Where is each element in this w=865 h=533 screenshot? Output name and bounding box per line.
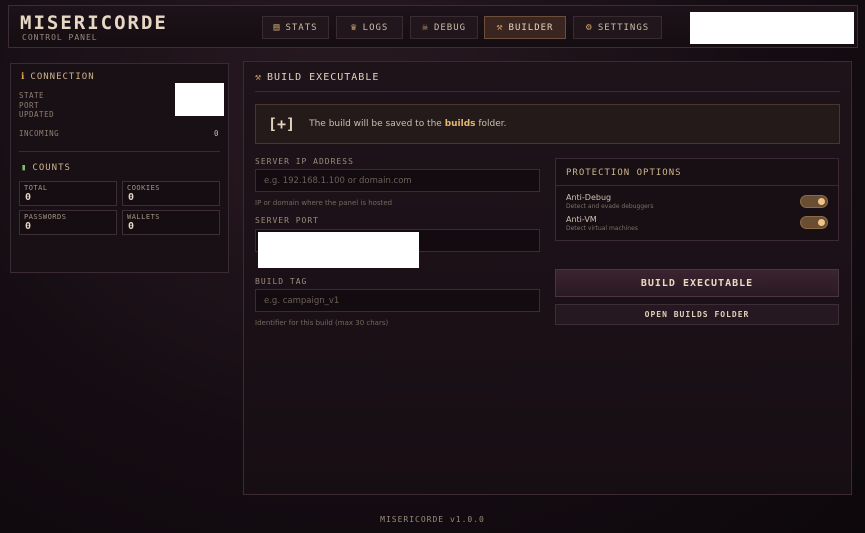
count-wallets-label: WALLETS	[127, 213, 161, 221]
protection-divider	[556, 185, 838, 186]
anti-debug-toggle[interactable]	[800, 195, 828, 208]
count-total: TOTAL 0	[19, 181, 117, 206]
builder-panel: ⚒ BUILD EXECUTABLE [+] The build will be…	[243, 61, 852, 495]
tab-stats[interactable]: ▤ STATS	[262, 16, 329, 39]
sidebar-panel: ℹ CONNECTION STATE PORT UPDATED INCOMING…	[10, 63, 229, 273]
count-cookies-value: 0	[128, 192, 135, 203]
plus-bracket-icon: [+]	[268, 115, 296, 133]
tab-settings[interactable]: ⚙ SETTINGS	[573, 16, 662, 39]
notice-folder: builds	[444, 119, 476, 129]
notice-text: The build will be saved to the builds fo…	[309, 119, 506, 129]
count-passwords: PASSWORDS 0	[19, 210, 117, 235]
tab-builder-label: BUILDER	[508, 22, 554, 33]
anti-vm-toggle[interactable]	[800, 216, 828, 229]
tab-stats-label: STATS	[285, 22, 318, 33]
redacted-server-port	[258, 232, 419, 268]
redacted-status-area	[690, 12, 854, 44]
count-wallets: WALLETS 0	[122, 210, 220, 235]
server-ip-label: SERVER IP ADDRESS	[255, 157, 354, 166]
build-tag-input[interactable]	[255, 289, 540, 312]
count-cookies: COOKIES 0	[122, 181, 220, 206]
server-ip-hint: IP or domain where the panel is hosted	[255, 199, 393, 207]
counts-header: ▮ COUNTS	[21, 163, 71, 173]
sidebar-divider	[19, 151, 220, 152]
anti-debug-desc: Detect and evade debuggers	[566, 203, 654, 210]
build-tag-hint: Identifier for this build (max 30 chars)	[255, 319, 389, 327]
builder-title: BUILD EXECUTABLE	[267, 72, 380, 83]
app-subtitle: CONTROL PANEL	[22, 33, 98, 42]
tab-builder[interactable]: ⚒ BUILDER	[484, 16, 566, 39]
anti-vm-name: Anti-VM	[566, 215, 597, 224]
tab-logs[interactable]: ♛ LOGS	[336, 16, 403, 39]
count-wallets-value: 0	[128, 221, 135, 232]
count-total-value: 0	[25, 192, 32, 203]
notice-suffix: folder.	[475, 119, 507, 129]
counts-title: COUNTS	[32, 163, 71, 173]
build-notice: [+] The build will be saved to the build…	[255, 104, 840, 144]
count-cookies-label: COOKIES	[127, 184, 161, 192]
info-icon: ℹ	[21, 72, 26, 82]
anti-debug-name: Anti-Debug	[566, 193, 612, 202]
build-executable-button[interactable]: BUILD EXECUTABLE	[555, 269, 839, 297]
open-builds-folder-button[interactable]: OPEN BUILDS FOLDER	[555, 304, 839, 325]
count-passwords-label: PASSWORDS	[24, 213, 67, 221]
server-ip-input[interactable]	[255, 169, 540, 192]
tab-logs-label: LOGS	[362, 22, 389, 33]
tab-debug[interactable]: ☠ DEBUG	[410, 16, 478, 39]
connection-header: ℹ CONNECTION	[21, 72, 95, 82]
count-passwords-value: 0	[25, 221, 32, 232]
incoming-value: 0	[214, 129, 220, 138]
server-port-label: SERVER PORT	[255, 216, 319, 225]
anti-vm-desc: Detect virtual machines	[566, 225, 638, 232]
bar-chart-icon: ▮	[21, 163, 28, 173]
tab-settings-label: SETTINGS	[597, 22, 650, 33]
skull-icon: ☠	[421, 22, 429, 33]
state-label: STATE	[19, 91, 45, 100]
protection-title: PROTECTION OPTIONS	[566, 168, 682, 178]
protection-options: PROTECTION OPTIONS Anti-Debug Detect and…	[555, 158, 839, 241]
updated-label: UPDATED	[19, 110, 55, 119]
footer-version: MISERICORDE v1.0.0	[380, 515, 485, 524]
gear-icon: ⚙	[585, 22, 593, 33]
builder-header-divider	[255, 91, 840, 92]
tab-debug-label: DEBUG	[433, 22, 467, 33]
document-icon: ▤	[273, 22, 281, 33]
build-tag-label: BUILD TAG	[255, 277, 308, 286]
incoming-label: INCOMING	[19, 129, 60, 138]
app-title: MISERICORDE	[20, 12, 168, 34]
hammer-icon: ⚒	[255, 72, 263, 83]
notice-prefix: The build will be saved to the	[309, 119, 445, 129]
port-label: PORT	[19, 101, 40, 110]
builder-header: ⚒ BUILD EXECUTABLE	[255, 72, 379, 83]
count-total-label: TOTAL	[24, 184, 48, 192]
redacted-connection-values	[175, 83, 224, 116]
connection-title: CONNECTION	[30, 72, 95, 82]
hammer-icon: ⚒	[496, 22, 504, 33]
crown-icon: ♛	[350, 22, 358, 33]
